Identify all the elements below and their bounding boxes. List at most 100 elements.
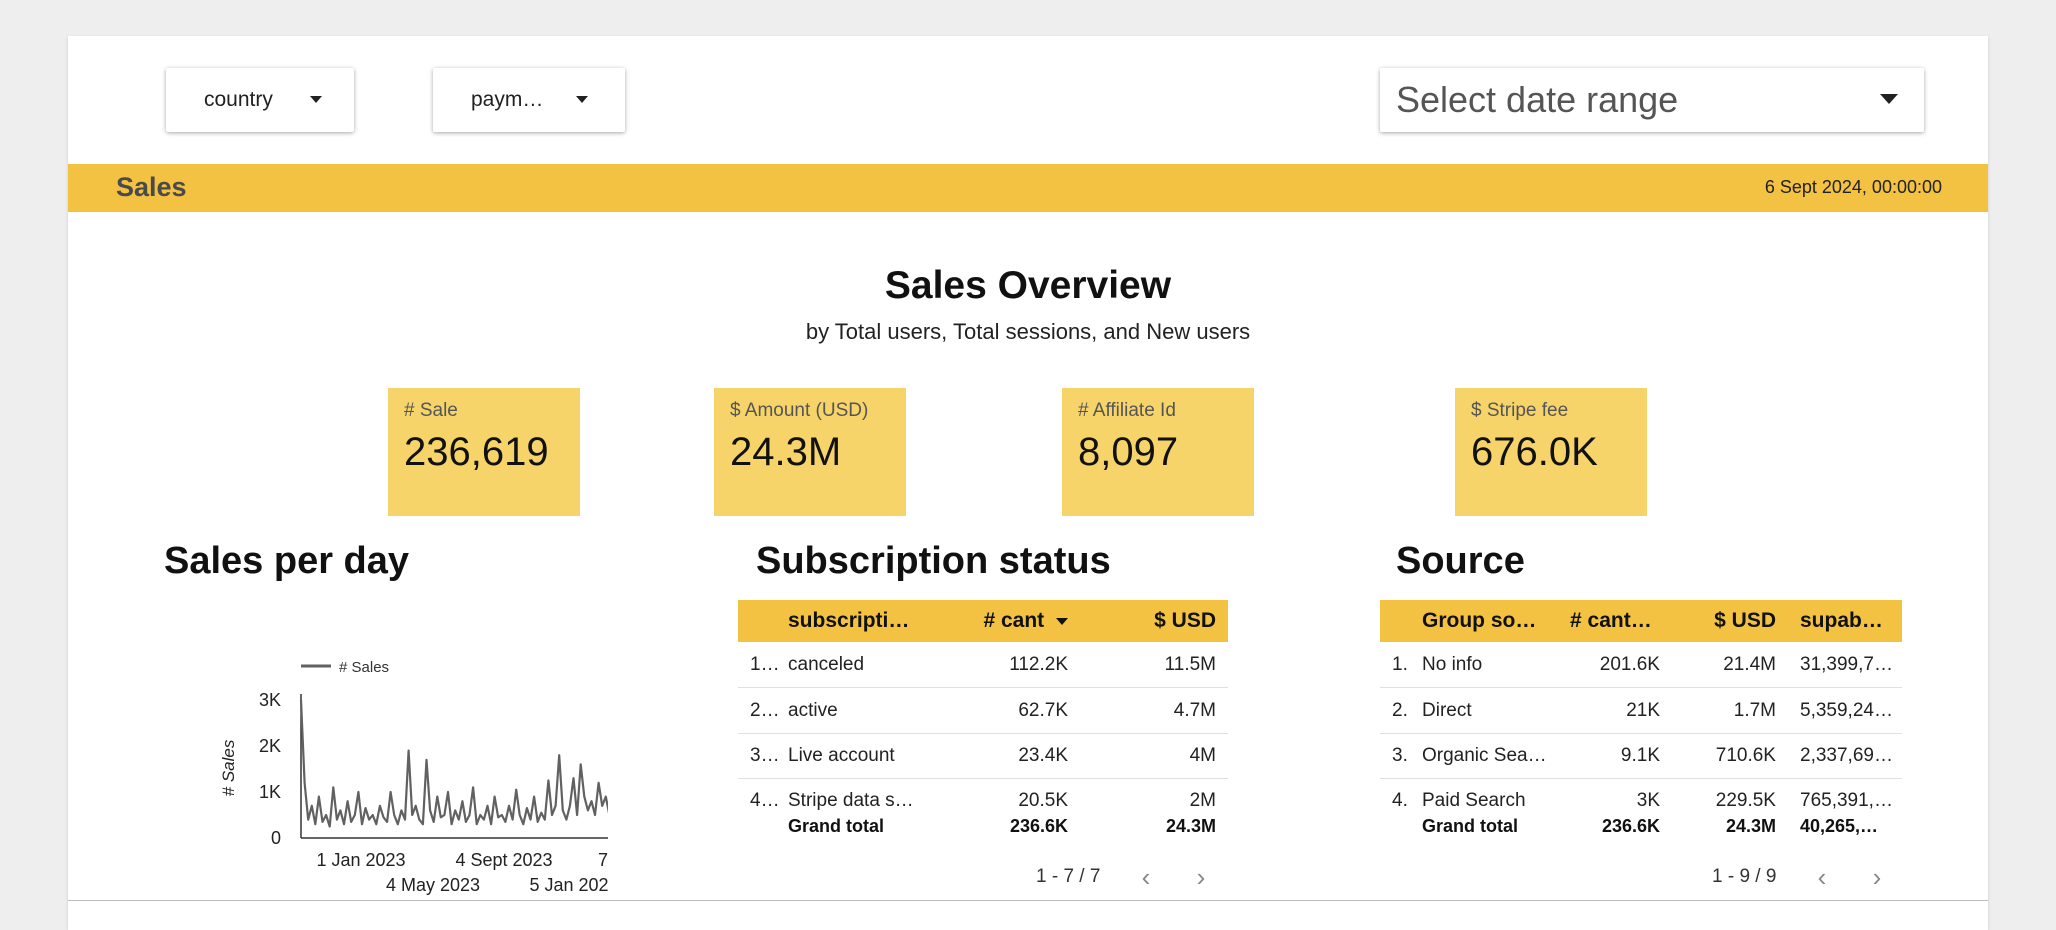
country-filter[interactable]: country bbox=[166, 68, 354, 132]
kpi-card-amount: $ Amount (USD) 24.3M bbox=[714, 388, 906, 516]
country-filter-label: country bbox=[204, 88, 273, 111]
y-tick-label: 1K bbox=[259, 782, 281, 802]
series-line-sales bbox=[299, 699, 608, 828]
table-row[interactable]: 3… Live account 23.4K 4M bbox=[738, 733, 1228, 779]
overview-title: Sales Overview bbox=[884, 264, 1172, 307]
x-tick-label: 7 May 2024 bbox=[598, 850, 608, 870]
table-row[interactable]: 3. Organic Sear… 9.1K 710.6K 2,337,69… bbox=[1380, 733, 1902, 779]
column-header-supabase[interactable]: supab… bbox=[1800, 609, 1890, 633]
source-title: Source bbox=[1396, 540, 1525, 582]
row-cant: 20.5K bbox=[1018, 790, 1068, 811]
row-index: 4… bbox=[750, 790, 780, 811]
column-header-cant[interactable]: # cant… bbox=[1570, 609, 1660, 633]
kpi-label: $ Amount (USD) bbox=[730, 400, 869, 421]
kpi-card-affiliate: # Affiliate Id 8,097 bbox=[1062, 388, 1254, 516]
kpi-value: 24.3M bbox=[730, 430, 842, 474]
row-index: 2… bbox=[750, 700, 780, 721]
column-header-cant-label: # cant bbox=[983, 609, 1045, 632]
row-index: 4. bbox=[1392, 790, 1408, 811]
section-banner: Sales 6 Sept 2024, 00:00:00 bbox=[68, 164, 1988, 212]
kpi-value: 8,097 bbox=[1078, 430, 1179, 474]
source-pager-text: 1 - 9 / 9 bbox=[1712, 866, 1777, 887]
y-tick-label: 3K bbox=[259, 690, 281, 710]
caret-down-icon bbox=[1880, 94, 1898, 104]
y-tick-label: 2K bbox=[259, 736, 281, 756]
row-cant: 201.6K bbox=[1599, 654, 1660, 675]
row-cant: 3K bbox=[1636, 790, 1660, 811]
row-cant: 9.1K bbox=[1620, 745, 1660, 766]
caret-down-icon bbox=[576, 96, 588, 103]
row-usd: 710.6K bbox=[1715, 745, 1776, 766]
payment-filter[interactable]: paym… bbox=[433, 68, 625, 132]
payment-filter-label: paym… bbox=[471, 88, 544, 111]
row-index: 2. bbox=[1392, 700, 1408, 721]
row-name: No info bbox=[1422, 654, 1483, 675]
subscription-table: subscripti… # cant $ USD 1… canceled 112… bbox=[738, 600, 1228, 890]
x-tick-label: 4 Sept 2023 bbox=[455, 850, 552, 870]
date-range-picker[interactable]: Select date range bbox=[1380, 68, 1924, 132]
y-tick-label: 0 bbox=[271, 828, 281, 848]
row-usd: 21.4M bbox=[1723, 654, 1776, 675]
row-name: Paid Search bbox=[1422, 790, 1526, 811]
kpi-card-stripe-fee: $ Stripe fee 676.0K bbox=[1455, 388, 1647, 516]
row-index: 1. bbox=[1392, 654, 1408, 675]
row-supabase: 2,337,69… bbox=[1800, 745, 1893, 766]
table-row[interactable]: 1… canceled 112.2K 11.5M bbox=[738, 642, 1228, 688]
row-index: 3… bbox=[750, 745, 780, 766]
x-tick-label: 4 May 2023 bbox=[386, 875, 480, 895]
banner-date: 6 Sept 2024, 00:00:00 bbox=[1764, 177, 1942, 197]
source-table: Group sou… # cant… $ USD supab… 1. No in… bbox=[1380, 600, 1902, 890]
sales-per-day-chart: # Sales # Sales 0 1K 2K 3K 1 Jan 2023 4 Sept 20… bbox=[219, 659, 608, 895]
row-name: Stripe data s… bbox=[788, 790, 914, 811]
row-name: active bbox=[788, 700, 838, 721]
row-supabase: 31,399,7… bbox=[1800, 654, 1893, 675]
row-cant: 21K bbox=[1626, 700, 1660, 721]
banner-title: Sales bbox=[116, 172, 187, 202]
kpi-value: 236,619 bbox=[404, 430, 549, 474]
grand-total-cant: 236.6K bbox=[1009, 816, 1068, 836]
overview-subtitle: by Total users, Total sessions, and New … bbox=[805, 319, 1251, 344]
row-cant: 62.7K bbox=[1018, 700, 1068, 721]
report-page: country paym… Select date range Sales 6 … bbox=[68, 36, 1988, 930]
column-header-cant[interactable]: # cant bbox=[958, 609, 1068, 633]
y-axis-label: # Sales bbox=[219, 739, 238, 796]
grand-total-row: Grand total 236.6K 24.3M bbox=[738, 812, 1228, 842]
kpi-label: # Sale bbox=[404, 400, 458, 421]
row-usd: 4.7M bbox=[1173, 700, 1216, 721]
grand-total-supabase: 40,265,… bbox=[1800, 816, 1879, 836]
chevron-right-icon[interactable]: › bbox=[1186, 862, 1216, 892]
row-usd: 4M bbox=[1189, 745, 1216, 766]
chevron-left-icon[interactable]: ‹ bbox=[1131, 862, 1161, 892]
table-row[interactable]: 2. Direct 21K 1.7M 5,359,24… bbox=[1380, 688, 1902, 734]
row-name: Organic Sear… bbox=[1422, 745, 1552, 766]
row-usd: 2M bbox=[1189, 790, 1216, 811]
row-usd: 229.5K bbox=[1715, 790, 1776, 811]
table-row[interactable]: 4… Stripe data s… 20.5K 2M bbox=[738, 778, 1228, 811]
chevron-left-icon[interactable]: ‹ bbox=[1807, 862, 1837, 892]
section-divider bbox=[68, 900, 1988, 901]
row-name: canceled bbox=[788, 654, 865, 675]
subscription-pager-text: 1 - 7 / 7 bbox=[1036, 866, 1101, 887]
row-cant: 23.4K bbox=[1018, 745, 1068, 766]
row-supabase: 5,359,24… bbox=[1800, 700, 1893, 721]
grand-total-usd: 24.3M bbox=[1725, 816, 1776, 836]
x-tick-label: 5 Jan 2024 bbox=[529, 875, 608, 895]
table-row[interactable]: 1. No info 201.6K 21.4M 31,399,7… bbox=[1380, 642, 1902, 688]
row-cant: 112.2K bbox=[1009, 654, 1068, 675]
column-header-group-source[interactable]: Group sou… bbox=[1422, 609, 1542, 633]
column-header-usd[interactable]: $ USD bbox=[1118, 609, 1216, 633]
grand-total-usd: 24.3M bbox=[1165, 816, 1216, 836]
column-header-subscription[interactable]: subscripti… bbox=[788, 609, 918, 633]
kpi-label: # Affiliate Id bbox=[1078, 400, 1176, 421]
table-row[interactable]: 2… active 62.7K 4.7M bbox=[738, 688, 1228, 734]
grand-total-cant: 236.6K bbox=[1601, 816, 1660, 836]
x-tick-label: 1 Jan 2023 bbox=[316, 850, 405, 870]
sort-desc-icon bbox=[1056, 617, 1068, 625]
date-range-placeholder: Select date range bbox=[1396, 79, 1679, 120]
grand-total-row: Grand total 236.6K 24.3M 40,265,… bbox=[1380, 812, 1902, 842]
chevron-right-icon[interactable]: › bbox=[1862, 862, 1892, 892]
table-row[interactable]: 4. Paid Search 3K 229.5K 765,391,… bbox=[1380, 778, 1902, 811]
legend-label: # Sales bbox=[339, 659, 389, 676]
column-header-usd[interactable]: $ USD bbox=[1670, 609, 1776, 633]
grand-total-label: Grand total bbox=[788, 816, 885, 836]
